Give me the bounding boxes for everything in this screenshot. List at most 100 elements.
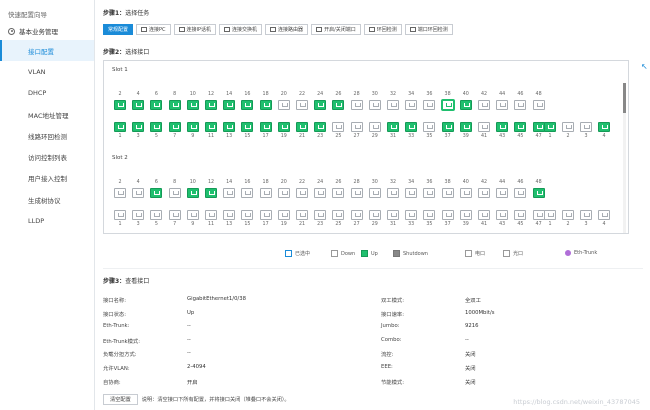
port-2-28[interactable]	[350, 188, 363, 198]
port-2-9[interactable]	[186, 210, 199, 220]
quick-wizard-link[interactable]: 快速配置向导	[0, 0, 94, 22]
port-1-28[interactable]	[350, 100, 363, 110]
collapse-arrow-icon[interactable]: ↖	[641, 62, 648, 71]
uplink-port-1-3[interactable]	[580, 122, 592, 132]
port-1-35[interactable]	[423, 122, 436, 132]
port-1-31[interactable]	[387, 122, 399, 132]
port-1-18[interactable]	[259, 100, 272, 110]
port-2-32[interactable]	[387, 188, 399, 198]
clear-config-button[interactable]: 清空配置	[103, 394, 138, 405]
port-2-1[interactable]	[114, 210, 126, 220]
port-1-30[interactable]	[368, 100, 381, 110]
port-1-15[interactable]	[241, 122, 254, 132]
port-2-12[interactable]	[205, 188, 217, 198]
port-1-42[interactable]	[478, 100, 490, 110]
port-1-5[interactable]	[150, 122, 163, 132]
port-2-3[interactable]	[132, 210, 145, 220]
uplink-port-2-4[interactable]	[598, 210, 610, 220]
port-2-16[interactable]	[241, 188, 254, 198]
port-2-22[interactable]	[296, 188, 308, 198]
task-button-1[interactable]: 连接PC	[136, 24, 171, 35]
sidebar-item-3[interactable]: MAC地址管理	[0, 104, 94, 125]
port-1-46[interactable]	[514, 100, 527, 110]
uplink-port-2-3[interactable]	[580, 210, 592, 220]
port-2-10[interactable]	[186, 188, 199, 198]
sidebar-item-1[interactable]: VLAN	[0, 61, 94, 82]
port-2-27[interactable]	[350, 210, 363, 220]
port-2-23[interactable]	[314, 210, 327, 220]
port-1-12[interactable]	[205, 100, 217, 110]
port-2-33[interactable]	[405, 210, 418, 220]
port-2-36[interactable]	[423, 188, 436, 198]
uplink-port-1-1[interactable]	[544, 122, 556, 132]
port-1-3[interactable]	[132, 122, 145, 132]
port-2-21[interactable]	[296, 210, 308, 220]
sidebar-item-8[interactable]: LLDP	[0, 210, 94, 231]
port-1-11[interactable]	[205, 122, 217, 132]
port-1-4[interactable]	[132, 100, 145, 110]
port-1-23[interactable]	[314, 122, 327, 132]
port-1-21[interactable]	[296, 122, 308, 132]
port-2-17[interactable]	[259, 210, 272, 220]
port-1-41[interactable]	[478, 122, 490, 132]
port-1-29[interactable]	[368, 122, 381, 132]
port-1-44[interactable]	[496, 100, 509, 110]
port-1-27[interactable]	[350, 122, 363, 132]
port-2-2[interactable]	[114, 188, 126, 198]
sidebar-item-4[interactable]: 线路环回检测	[0, 125, 94, 146]
port-1-10[interactable]	[186, 100, 199, 110]
port-2-5[interactable]	[150, 210, 163, 220]
sidebar-group-basic[interactable]: 基本业务管理	[0, 22, 94, 40]
port-1-48[interactable]	[532, 100, 545, 110]
port-2-20[interactable]	[277, 188, 290, 198]
port-2-39[interactable]	[459, 210, 472, 220]
port-1-8[interactable]	[168, 100, 181, 110]
port-2-45[interactable]	[514, 210, 527, 220]
port-2-4[interactable]	[132, 188, 145, 198]
port-2-15[interactable]	[241, 210, 254, 220]
task-button-0[interactable]: 常规配置	[103, 24, 134, 35]
port-1-22[interactable]	[296, 100, 308, 110]
port-2-25[interactable]	[332, 210, 345, 220]
port-2-41[interactable]	[478, 210, 490, 220]
port-2-46[interactable]	[514, 188, 527, 198]
port-2-48[interactable]	[532, 188, 545, 198]
port-2-37[interactable]	[441, 210, 454, 220]
port-panel-scroll-thumb[interactable]	[623, 83, 626, 113]
uplink-port-1-4[interactable]	[598, 122, 610, 132]
port-2-34[interactable]	[405, 188, 418, 198]
port-2-14[interactable]	[223, 188, 236, 198]
port-2-6[interactable]	[150, 188, 163, 198]
port-2-44[interactable]	[496, 188, 509, 198]
port-1-9[interactable]	[186, 122, 199, 132]
port-1-37[interactable]	[441, 122, 454, 132]
sidebar-item-0[interactable]: 接口配置	[0, 40, 94, 62]
port-1-40[interactable]	[459, 100, 472, 110]
port-1-45[interactable]	[514, 122, 527, 132]
port-1-39[interactable]	[459, 122, 472, 132]
port-1-26[interactable]	[332, 100, 345, 110]
port-2-40[interactable]	[459, 188, 472, 198]
port-1-2[interactable]	[114, 100, 126, 110]
port-2-29[interactable]	[368, 210, 381, 220]
port-2-13[interactable]	[223, 210, 236, 220]
port-2-8[interactable]	[168, 188, 181, 198]
port-2-38[interactable]	[441, 188, 454, 198]
port-1-43[interactable]	[496, 122, 509, 132]
sidebar-item-6[interactable]: 用户接入控制	[0, 168, 94, 189]
uplink-port-2-1[interactable]	[544, 210, 556, 220]
task-button-7[interactable]: 端口环回检测	[404, 24, 453, 35]
sidebar-item-5[interactable]: 访问控制列表	[0, 146, 94, 167]
port-1-36[interactable]	[423, 100, 436, 110]
port-2-43[interactable]	[496, 210, 509, 220]
port-1-13[interactable]	[223, 122, 236, 132]
uplink-port-1-2[interactable]	[562, 122, 574, 132]
port-1-14[interactable]	[223, 100, 236, 110]
port-1-6[interactable]	[150, 100, 163, 110]
uplink-port-2-2[interactable]	[562, 210, 574, 220]
port-1-1[interactable]	[114, 122, 126, 132]
port-1-20[interactable]	[277, 100, 290, 110]
port-1-32[interactable]	[387, 100, 399, 110]
port-2-24[interactable]	[314, 188, 327, 198]
port-2-42[interactable]	[478, 188, 490, 198]
